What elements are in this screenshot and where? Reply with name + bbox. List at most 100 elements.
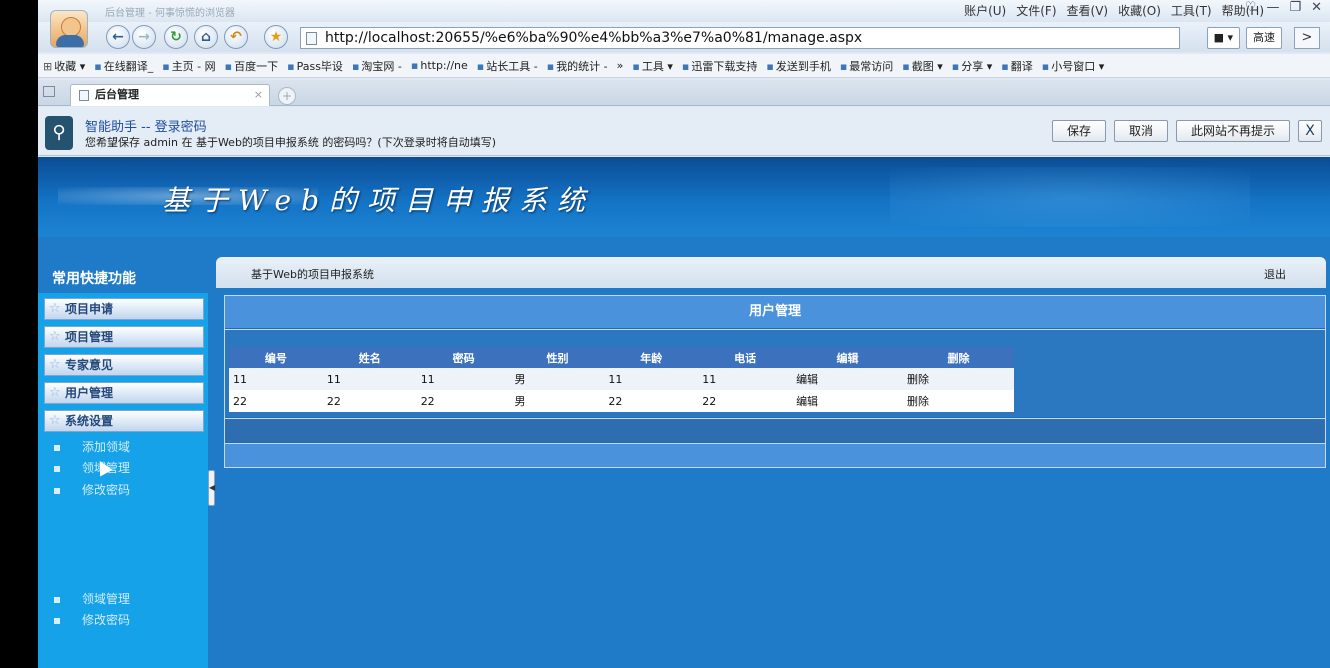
sidebar-toggle-handle[interactable]: ◀ [208,470,215,506]
prompt-title: 智能助手 -- 登录密码 [85,120,207,135]
star-icon: ☆ [49,301,61,316]
menu-view[interactable]: 查看(V) [1067,2,1109,19]
sidebar-link-change-password[interactable]: 修改密码 [54,481,130,498]
favorites-item[interactable]: 百度一下 [225,58,278,74]
tab-manage[interactable]: 后台管理 × [70,84,270,106]
restore-icon[interactable]: ❐ [1289,0,1301,15]
sidebar-item-user-manage[interactable]: ☆ 用户管理 [44,382,204,404]
chevron-right-icon[interactable]: > [1294,27,1320,49]
save-password-button[interactable]: 保存 [1051,120,1106,142]
address-bar[interactable]: http://localhost:20655/%e6%ba%90%e4%bb%a… [300,27,1180,49]
new-tab-icon[interactable]: + [278,87,296,105]
menu-favorites[interactable]: 收藏(O) [1118,2,1161,19]
sidebar-item-label: 专家意见 [65,358,114,372]
sidebar-link-domain-manage-2[interactable]: 领域管理 [54,590,130,607]
favorites-item[interactable]: 主页 - 网 [162,58,216,74]
favorites-item[interactable]: http://ne [411,59,467,72]
shield-icon[interactable]: ■ ▾ [1206,27,1240,49]
logout-link[interactable]: 退出 [1264,266,1286,282]
page-icon [79,90,89,101]
sidebar-link-add-domain[interactable]: 添加领域 [54,438,130,455]
bullet-icon [54,487,60,494]
favorites-item[interactable]: 在线翻译_ [94,58,154,74]
menu-bar: 账户(U) 文件(F) 查看(V) 收藏(O) 工具(T) 帮助(H) [964,2,1264,19]
back-icon[interactable]: ← [106,25,130,49]
column-header-name: 姓名 [322,347,417,368]
favorites-overflow[interactable]: » [617,59,624,72]
edit-link[interactable]: 编辑 [792,390,903,412]
delete-link[interactable]: 删除 [902,368,1014,390]
tab-close-icon[interactable]: × [254,85,263,105]
cell-password: 22 [416,390,511,412]
star-icon[interactable]: ★ [264,25,288,49]
favorites-item[interactable]: 工具 ▾ [632,58,673,74]
column-header-phone: 电话 [698,347,793,368]
window-title: 后台管理 - 何事惊慌的浏览器 [105,8,235,19]
favorites-item[interactable]: 站长工具 - [477,58,537,74]
tab-label: 后台管理 [95,88,139,101]
user-avatar[interactable] [50,10,88,48]
panel-footer-row [225,418,1325,442]
sidebar-link-label: 修改密码 [82,483,131,497]
favorites-item[interactable]: 我的统计 - [547,58,607,74]
column-header-edit: 编辑 [792,347,903,368]
table-row: 22 22 22 男 22 22 编辑 删除 [229,390,1014,412]
home-icon[interactable]: ⌂ [194,25,218,49]
skin-icon[interactable]: ♡ [1245,0,1257,15]
close-prompt-button[interactable]: X [1298,120,1322,142]
cell-age: 22 [604,390,699,412]
favorites-item[interactable]: 最常访问 [840,58,893,74]
cell-phone: 11 [698,368,793,390]
star-icon: ☆ [49,357,61,372]
sidebar-link-label: 修改密码 [82,613,131,627]
star-icon: ☆ [49,385,61,400]
cancel-button[interactable]: 取消 [1113,120,1168,142]
favorites-item[interactable]: 淘宝网 - [352,58,401,74]
bullet-icon [54,444,60,451]
sidebar-link-label: 领域管理 [82,592,131,606]
close-icon[interactable]: ✕ [1311,0,1322,15]
cell-gender: 男 [510,390,605,412]
favorites-item[interactable]: 翻译 [1001,58,1033,74]
sidebar-item-system-settings[interactable]: ☆ 系统设置 [44,410,204,432]
menu-file[interactable]: 文件(F) [1016,2,1056,19]
sidebar-link-change-password-2[interactable]: 修改密码 [54,611,130,628]
sidebar-heading: 常用快捷功能 [38,237,208,293]
column-header-id: 编号 [229,347,323,368]
sidebar-item-project-manage[interactable]: ☆ 项目管理 [44,326,204,348]
delete-link[interactable]: 删除 [902,390,1014,412]
favorites-item[interactable]: 收藏 ▾ [43,58,85,74]
sidebar-item-label: 系统设置 [65,414,114,428]
url-text: http://localhost:20655/%e6%ba%90%e4%bb%a… [325,30,863,46]
forward-icon[interactable]: → [132,25,156,49]
site-title: 基于Web的项目申报系统 [162,184,595,217]
sidebar-item-label: 用户管理 [65,386,114,400]
speed-button[interactable]: 高速 [1246,27,1282,49]
favorites-item[interactable]: 分享 ▾ [952,58,992,74]
table-header-row: 编号 姓名 密码 性别 年龄 电话 编辑 删除 [229,347,1014,368]
refresh-icon[interactable]: ↻ [164,25,188,49]
minimize-icon[interactable]: — [1266,0,1279,15]
breadcrumb: 基于Web的项目申报系统 [251,268,374,281]
menu-tools[interactable]: 工具(T) [1171,2,1212,19]
sidebar-link-domain-manage[interactable]: 领域管理 [54,459,130,476]
panel-body: 编号 姓名 密码 性别 年龄 电话 编辑 删除 11 11 11 男 11 11… [225,329,1325,417]
menu-account[interactable]: 账户(U) [964,2,1006,19]
sidebar-item-expert-opinion[interactable]: ☆ 专家意见 [44,354,204,376]
favorites-bar: 收藏 ▾ 在线翻译_ 主页 - 网 百度一下 Pass毕设 淘宝网 - http… [38,54,1330,78]
user-table: 编号 姓名 密码 性别 年龄 电话 编辑 删除 11 11 11 男 11 11… [229,347,1014,412]
favorites-item[interactable]: 迅雷下载支持 [682,58,757,74]
sidebar-item-project-apply[interactable]: ☆ 项目申请 [44,298,204,320]
column-header-delete: 删除 [902,347,1014,368]
cell-id: 22 [229,390,323,412]
favorites-item[interactable]: Pass毕设 [287,58,343,74]
edit-link[interactable]: 编辑 [792,368,903,390]
favorites-item[interactable]: 小号窗口 ▾ [1042,58,1104,74]
favorites-item[interactable]: 截图 ▾ [902,58,943,74]
nav-tools: ■ ▾ 高速 [1206,27,1282,49]
tab-list-icon[interactable] [43,86,55,97]
never-prompt-button[interactable]: 此网站不再提示 [1175,120,1290,142]
favorites-item[interactable]: 发送到手机 [766,58,831,74]
panel-pager-row [225,443,1325,467]
undo-icon[interactable]: ↶ [224,25,248,49]
